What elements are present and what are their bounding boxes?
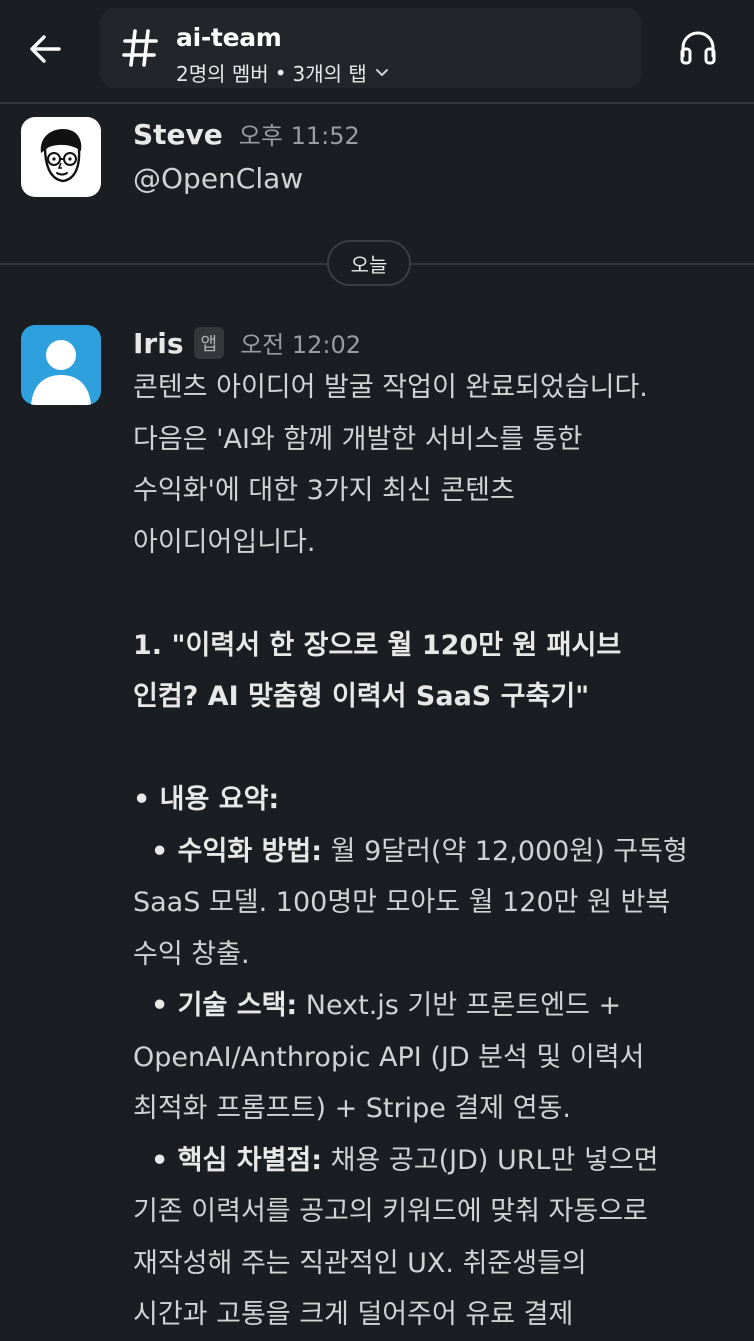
sender-name[interactable]: Iris	[133, 327, 184, 360]
message-timestamp: 오후 11:52	[238, 122, 360, 150]
user-silhouette-icon	[31, 340, 91, 405]
message-body: 콘텐츠 아이디어 발굴 작업이 완료되었습니다. 다음은 'AI와 함께 개발한…	[133, 362, 733, 1341]
channel-info-button[interactable]: ai-team 2명의 멤버 • 3개의 탭	[100, 8, 641, 88]
tab-count: 3개의 탭	[292, 62, 367, 86]
bullet-text: Next.js 기반 프론트엔드 +	[297, 990, 622, 1021]
avatar[interactable]	[21, 117, 101, 197]
channel-header: ai-team 2명의 멤버 • 3개의 탭	[0, 0, 754, 104]
mention-text[interactable]: @OpenClaw	[133, 162, 303, 195]
huddle-button[interactable]	[676, 28, 720, 68]
bullet-line: • 수익화 방법: 월 9달러(약 12,000원) 구독형	[133, 826, 733, 878]
bullet-label: • 핵심 차별점:	[151, 1144, 323, 1176]
bullet-line: • 기술 스택: Next.js 기반 프론트엔드 +	[133, 980, 733, 1032]
message-line: 기존 이력서를 공고의 키워드에 맞춰 자동으로	[133, 1196, 648, 1227]
idea-title-line: 인컴? AI 맞춤형 이력서 SaaS 구축기"	[133, 671, 733, 723]
bullet-text: 채용 공고(JD) URL만 넣으면	[322, 1144, 659, 1176]
chevron-down-icon	[375, 68, 388, 76]
arrow-left-icon	[30, 35, 61, 63]
hash-icon	[122, 29, 158, 67]
message-header: Steve 오후 11:52	[133, 116, 360, 151]
message-line: 콘텐츠 아이디어 발굴 작업이 완료되었습니다.	[133, 372, 648, 403]
section-heading-line: • 내용 요약:	[133, 774, 733, 826]
bullet-label: • 기술 스택:	[151, 990, 298, 1021]
message-line: 수익화'에 대한 3가지 최신 콘텐츠	[133, 475, 515, 506]
section-heading: • 내용 요약:	[133, 784, 280, 815]
idea-title: 인컴? AI 맞춤형 이력서 SaaS 구축기"	[133, 681, 590, 712]
message-line: SaaS 모델. 100명만 모아도 월 120만 원 반복	[133, 887, 671, 918]
message-line: 재작성해 주는 직관적인 UX. 취준생들의	[133, 1247, 587, 1279]
cartoon-face-avatar-icon	[40, 129, 82, 183]
message-line: 아이디어입니다.	[133, 526, 316, 558]
message-timestamp: 오전 12:02	[240, 331, 362, 359]
idea-title-line: 1. "이력서 한 장으로 월 120만 원 패시브	[133, 620, 733, 672]
avatar[interactable]	[21, 325, 101, 405]
app-badge: 앱	[193, 327, 225, 359]
bullet-line: • 핵심 차별점: 채용 공고(JD) URL만 넣으면	[133, 1135, 733, 1187]
message-line: 시간과 고통을 크게 덜어주어 유료 결제	[133, 1299, 574, 1330]
message-line: OpenAI/Anthropic API (JD 분석 및 이력서	[133, 1041, 645, 1073]
headphones-icon	[680, 31, 716, 65]
bullet-label: • 수익화 방법:	[151, 835, 323, 867]
bullet-text: 월 9달러(약 12,000원) 구독형	[322, 835, 688, 867]
channel-meta: 2명의 멤버 • 3개의 탭	[176, 58, 389, 87]
message-line: 최적화 프롬프트) + Stripe 결제 연동.	[133, 1093, 571, 1124]
date-divider[interactable]: 오늘	[327, 240, 411, 286]
meta-separator: •	[274, 60, 287, 85]
member-count: 2명의 멤버	[176, 62, 269, 86]
idea-title: 1. "이력서 한 장으로 월 120만 원 패시브	[133, 629, 622, 661]
message-header: Iris 앱 오전 12:02	[133, 325, 361, 362]
channel-name: ai-team	[176, 23, 282, 52]
message-line: 다음은 'AI와 함께 개발한 서비스를 통한	[133, 423, 583, 455]
message-line: 수익 창출.	[133, 938, 250, 970]
back-button[interactable]	[24, 28, 66, 70]
sender-name[interactable]: Steve	[133, 118, 223, 151]
